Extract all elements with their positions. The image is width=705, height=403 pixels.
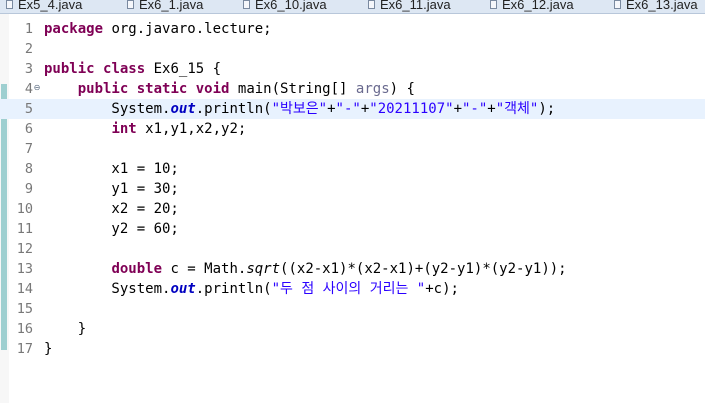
code-line: 3 public class Ex6_15 { — [0, 59, 705, 79]
code-line: 17 } — [0, 339, 705, 359]
tab-ex6-12[interactable]: Ex6_12.java — [490, 0, 574, 13]
tab-label: Ex6_11.java — [380, 0, 451, 12]
code-text: System.out.println("박보은"+"-"+"20211107"+… — [44, 101, 556, 117]
line-number: 2 — [24, 41, 33, 57]
code-line: 15 — [0, 299, 705, 319]
code-text: package org.javaro.lecture; — [44, 21, 272, 37]
tab-ex6-13[interactable]: Ex6_13.java — [614, 0, 698, 13]
code-text: public class Ex6_15 { — [44, 61, 222, 77]
java-file-icon — [243, 0, 250, 9]
code-line: 11 y2 = 60; — [0, 219, 705, 239]
tab-label: Ex5_4.java — [18, 0, 83, 12]
tab-label: Ex6_1.java — [139, 0, 204, 12]
code-text: y2 = 60; — [44, 221, 179, 237]
code-line: 1 package org.javaro.lecture; — [0, 19, 705, 39]
java-file-icon — [368, 0, 375, 9]
line-number: 11 — [16, 221, 33, 237]
tab-ex6-11[interactable]: Ex6_11.java — [368, 0, 451, 13]
editor-tab-bar: Ex5_4.java Ex6_1.java Ex6_10.java Ex6_11… — [0, 0, 705, 14]
code-line: 8 x1 = 10; — [0, 159, 705, 179]
tab-label: Ex6_13.java — [626, 0, 698, 12]
line-number: 5 — [24, 101, 33, 117]
code-text: x2 = 20; — [44, 201, 179, 217]
line-number: 12 — [16, 241, 33, 257]
line-number: 8 — [24, 161, 33, 177]
code-line: 4 ⊖ public static void main(String[] arg… — [0, 79, 705, 99]
code-line: 10 x2 = 20; — [0, 199, 705, 219]
line-number: 13 — [16, 261, 33, 277]
line-number: 15 — [16, 301, 33, 317]
line-number: 10 — [16, 201, 33, 217]
current-code-line: 5 System.out.println("박보은"+"-"+"20211107… — [0, 99, 705, 119]
code-line: 9 y1 = 30; — [0, 179, 705, 199]
code-line: 6 int x1,y1,x2,y2; — [0, 119, 705, 139]
code-text: x1 = 10; — [44, 161, 179, 177]
code-text: public static void main(String[] args) { — [77, 81, 415, 97]
code-text: int x1,y1,x2,y2; — [111, 121, 247, 137]
java-file-icon — [6, 0, 13, 9]
code-editor[interactable]: 1 package org.javaro.lecture; 2 3 public… — [0, 14, 705, 403]
tab-ex5-4[interactable]: Ex5_4.java — [6, 0, 82, 13]
code-line: 13 double c = Math.sqrt((x2-x1)*(x2-x1)+… — [0, 259, 705, 279]
code-text: } — [44, 341, 53, 357]
code-text: y1 = 30; — [44, 181, 179, 197]
java-file-icon — [127, 0, 134, 9]
fold-collapse-icon[interactable]: ⊖ — [33, 84, 41, 92]
code-text: System.out.println("두 점 사이의 거리는 "+c); — [44, 281, 459, 297]
code-line: 2 — [0, 39, 705, 59]
code-text: } — [44, 321, 87, 337]
tab-ex6-10[interactable]: Ex6_10.java — [243, 0, 327, 13]
tab-label: Ex6_10.java — [255, 0, 327, 12]
line-number: 14 — [16, 281, 33, 297]
java-file-icon — [614, 0, 621, 9]
line-number: 6 — [24, 121, 33, 137]
code-line: 7 — [0, 139, 705, 159]
line-number: 1 — [24, 21, 33, 37]
java-file-icon — [490, 0, 497, 9]
code-text: double c = Math.sqrt((x2-x1)*(x2-x1)+(y2… — [111, 261, 567, 277]
tab-ex6-1[interactable]: Ex6_1.java — [127, 0, 203, 13]
line-number: 17 — [16, 341, 33, 357]
line-number: 4 — [24, 81, 33, 97]
code-line: 16 } — [0, 319, 705, 339]
code-line: 14 System.out.println("두 점 사이의 거리는 "+c); — [0, 279, 705, 299]
line-number: 3 — [24, 61, 33, 77]
line-number: 9 — [24, 181, 33, 197]
code-line: 12 — [0, 239, 705, 259]
line-number: 7 — [24, 141, 33, 157]
tab-label: Ex6_12.java — [502, 0, 574, 12]
line-number: 16 — [16, 321, 33, 337]
